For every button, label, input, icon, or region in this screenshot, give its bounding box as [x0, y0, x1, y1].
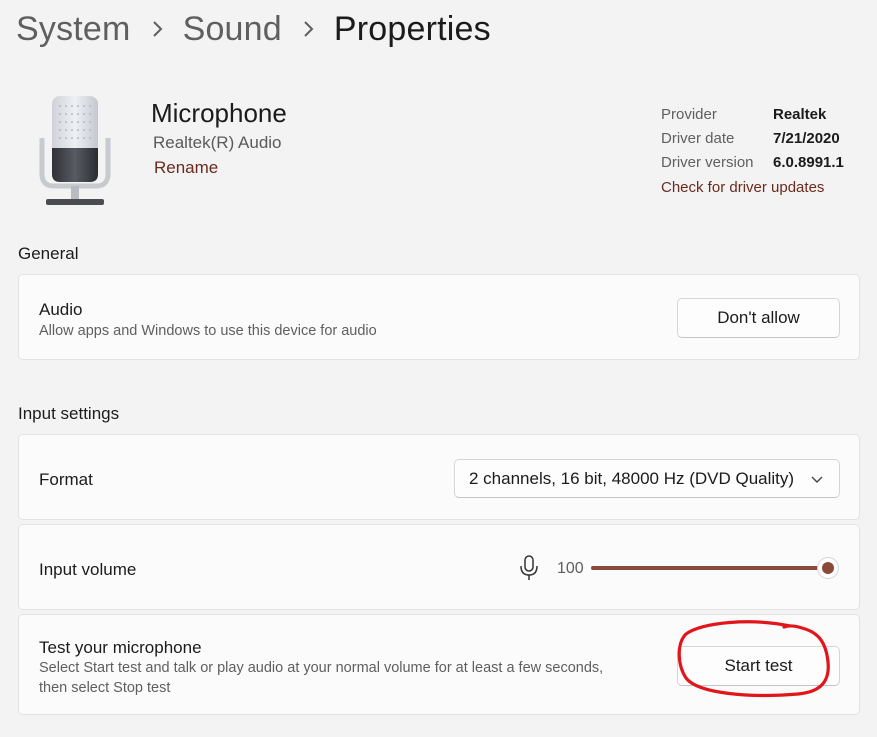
audio-description: Allow apps and Windows to use this devic…: [39, 323, 377, 339]
test-microphone-title: Test your microphone: [39, 638, 202, 657]
check-driver-updates-link[interactable]: Check for driver updates: [661, 176, 844, 200]
input-volume-card: Input volume 100: [18, 524, 860, 610]
breadcrumb-system[interactable]: System: [16, 10, 131, 49]
slider-thumb-dot: [822, 562, 834, 574]
chevron-right-icon: [131, 8, 183, 47]
rename-link[interactable]: Rename: [154, 158, 218, 178]
slider-thumb[interactable]: [817, 557, 839, 579]
test-microphone-description-line1: Select Start test and talk or play audio…: [39, 660, 604, 676]
section-title-general: General: [18, 244, 79, 263]
sound-properties-page: System Sound Properties Microphone Realt…: [0, 0, 877, 737]
slider-fill: [591, 566, 828, 570]
format-title: Format: [39, 470, 93, 489]
driver-provider-label: Provider: [661, 106, 717, 123]
audio-card: Audio Allow apps and Windows to use this…: [18, 274, 860, 360]
chevron-right-icon: [282, 8, 334, 47]
test-microphone-card: Test your microphone Select Start test a…: [18, 614, 860, 715]
section-title-input-settings: Input settings: [18, 404, 120, 423]
chevron-down-icon: [811, 476, 823, 483]
driver-provider-value: Realtek: [773, 106, 827, 123]
driver-date-row: Driver date 7/21/2020: [661, 127, 844, 151]
format-dropdown[interactable]: 2 channels, 16 bit, 48000 Hz (DVD Qualit…: [454, 459, 840, 498]
breadcrumb: System Sound Properties: [16, 10, 491, 49]
microphone-icon[interactable]: [518, 554, 540, 582]
format-card: Format 2 channels, 16 bit, 48000 Hz (DVD…: [18, 434, 860, 520]
driver-version-label: Driver version: [661, 154, 754, 171]
dont-allow-button[interactable]: Don't allow: [677, 298, 840, 338]
start-test-button[interactable]: Start test: [677, 646, 840, 686]
microphone-icon: [39, 96, 111, 205]
page-title: Properties: [333, 10, 491, 48]
audio-title: Audio: [39, 300, 83, 319]
device-driver-name: Realtek(R) Audio: [153, 133, 282, 152]
driver-info: Provider Realtek Driver date 7/21/2020 D…: [661, 103, 844, 200]
driver-version-value: 6.0.8991.1: [773, 154, 844, 171]
format-selected-value: 2 channels, 16 bit, 48000 Hz (DVD Qualit…: [469, 468, 795, 488]
input-volume-slider[interactable]: [591, 566, 828, 570]
input-volume-title: Input volume: [39, 560, 137, 579]
driver-date-label: Driver date: [661, 130, 735, 147]
test-microphone-description-line2: then select Stop test: [39, 680, 171, 696]
input-volume-value: 100: [557, 560, 584, 577]
driver-version-row: Driver version 6.0.8991.1: [661, 151, 844, 175]
breadcrumb-sound[interactable]: Sound: [183, 10, 282, 49]
driver-provider-row: Provider Realtek: [661, 103, 844, 127]
device-name: Microphone: [151, 98, 287, 128]
driver-date-value: 7/21/2020: [773, 130, 840, 147]
